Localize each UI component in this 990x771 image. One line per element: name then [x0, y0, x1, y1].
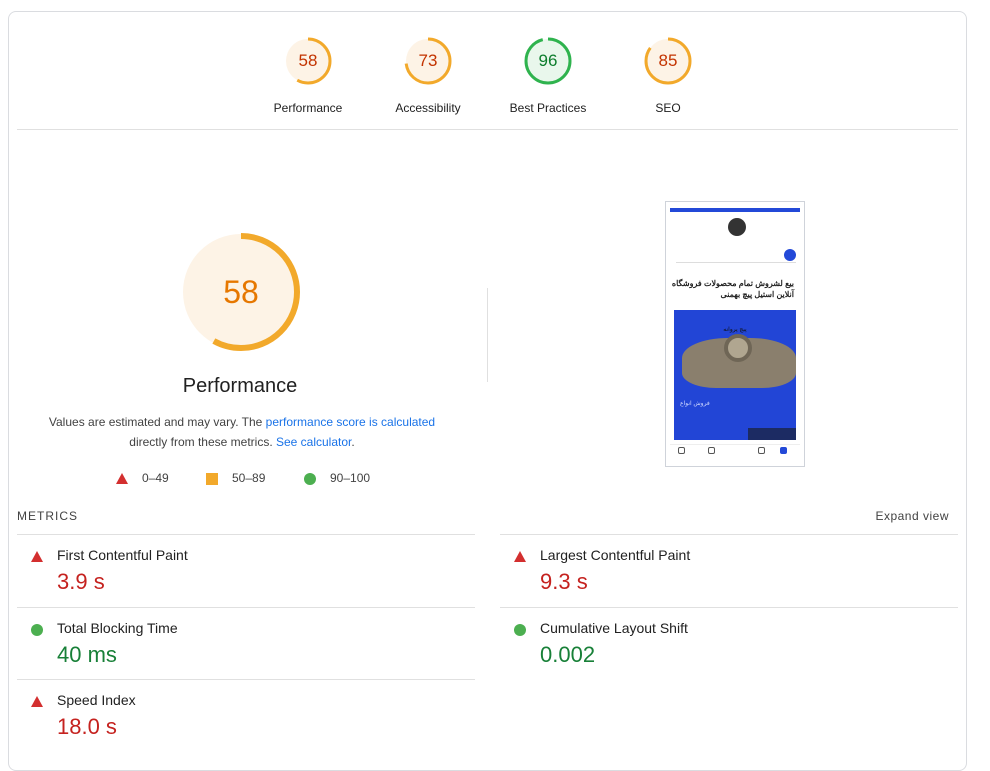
- site-hero-heading: بیع لشروش تمام محصولات فروشگاه آنلاین اس…: [670, 278, 794, 300]
- metric-value: 0.002: [540, 642, 596, 667]
- legend-pass-label: 90–100: [330, 471, 371, 485]
- legend-average: 50–89: [206, 471, 265, 485]
- see-calculator-link[interactable]: See calculator: [276, 435, 351, 449]
- performance-big-score: 58: [223, 274, 259, 310]
- site-logo: [728, 218, 746, 236]
- desc-middle: directly from these metrics.: [129, 435, 276, 449]
- gauge-accessibility[interactable]: 73 Accessibility: [368, 36, 488, 115]
- hero-caption: پیچ پروانه: [723, 327, 747, 333]
- performance-description: Values are estimated and may vary. The p…: [39, 412, 445, 452]
- metric-name: Total Blocking Time: [57, 620, 178, 636]
- legend-fail: 0–49: [116, 471, 169, 485]
- fail-triangle-icon: [514, 551, 526, 562]
- nav-folder-icon: [708, 447, 715, 454]
- metric-value: 3.9 s: [57, 569, 105, 594]
- legend-pass: 90–100: [304, 471, 370, 485]
- nav-home-icon: [780, 447, 787, 454]
- circle-icon: [304, 472, 316, 485]
- pass-circle-icon: [31, 624, 43, 636]
- gauge-performance-label: Performance: [273, 101, 343, 115]
- metric-name: First Contentful Paint: [57, 547, 188, 563]
- site-hero-banner: پیچ پروانه فروش انواع: [674, 310, 796, 440]
- nav-user-icon: [678, 447, 685, 454]
- lighthouse-report-card: 58 Performance 73 Accessibility 96 Best …: [8, 11, 967, 771]
- gauge-best-practices-label: Best Practices: [509, 101, 587, 115]
- score-gauges-row: 58 Performance 73 Accessibility 96 Best …: [9, 12, 966, 130]
- performance-title: Performance: [182, 375, 298, 397]
- gauge-accessibility-label: Accessibility: [395, 101, 461, 115]
- metrics-heading: METRICS: [17, 509, 78, 523]
- site-bottom-nav: [670, 444, 800, 462]
- fail-triangle-icon: [31, 551, 43, 562]
- final-screenshot-thumbnail[interactable]: بیع لشروش تمام محصولات فروشگاه آنلاین اس…: [665, 201, 805, 467]
- gauge-best-practices[interactable]: 96 Best Practices: [488, 36, 608, 115]
- metric-name: Largest Contentful Paint: [540, 547, 691, 563]
- desc-suffix: .: [351, 435, 355, 449]
- gauge-best-practices-score: 96: [538, 51, 558, 70]
- metric-name: Speed Index: [57, 692, 136, 708]
- wing-nut-center: [724, 334, 752, 362]
- vertical-divider: [487, 288, 488, 382]
- gauge-performance[interactable]: 58 Performance: [248, 36, 368, 115]
- performance-big-gauge: 58: [177, 228, 305, 356]
- site-search-bar: [676, 249, 796, 263]
- metric-value: 40 ms: [57, 642, 117, 667]
- legend-fail-label: 0–49: [142, 471, 169, 485]
- gauges-divider: [17, 129, 958, 130]
- hero-sub: فروش انواع: [680, 401, 710, 407]
- pass-circle-icon: [514, 624, 526, 636]
- performance-score-link[interactable]: performance score is calculated: [266, 415, 435, 429]
- gauge-performance-score: 58: [298, 51, 318, 70]
- search-icon: [784, 249, 796, 261]
- metric-total-blocking-time[interactable]: Total Blocking Time 40 ms: [17, 607, 475, 680]
- fail-triangle-icon: [31, 696, 43, 707]
- gauge-accessibility-score: 73: [418, 51, 438, 70]
- hero-dark-strip: [748, 428, 796, 440]
- metric-first-contentful-paint[interactable]: First Contentful Paint 3.9 s: [17, 534, 475, 607]
- metric-largest-contentful-paint[interactable]: Largest Contentful Paint 9.3 s: [500, 534, 958, 607]
- legend-average-label: 50–89: [232, 471, 266, 485]
- nav-grid-icon: [758, 447, 765, 454]
- metric-name: Cumulative Layout Shift: [540, 620, 688, 636]
- gauge-seo-score: 85: [658, 51, 678, 70]
- hero-heading-line1: بیع لشروش تمام محصولات فروشگاه: [671, 279, 794, 288]
- hero-heading-line2: آنلاین استیل پیچ بهمنی: [720, 290, 794, 299]
- square-icon: [206, 472, 218, 485]
- gauge-seo[interactable]: 85 SEO: [608, 36, 728, 115]
- score-legend: 0–49 50–89 90–100: [9, 471, 479, 489]
- metric-value: 9.3 s: [540, 569, 588, 594]
- metric-speed-index[interactable]: Speed Index 18.0 s: [17, 679, 475, 752]
- triangle-icon: [116, 473, 128, 485]
- site-top-bar: [670, 208, 800, 212]
- metric-value: 18.0 s: [57, 714, 117, 739]
- expand-view-button[interactable]: Expand view: [875, 509, 949, 523]
- gauge-seo-label: SEO: [655, 101, 681, 115]
- desc-prefix: Values are estimated and may vary. The: [48, 415, 266, 429]
- metric-cumulative-layout-shift[interactable]: Cumulative Layout Shift 0.002: [500, 607, 958, 680]
